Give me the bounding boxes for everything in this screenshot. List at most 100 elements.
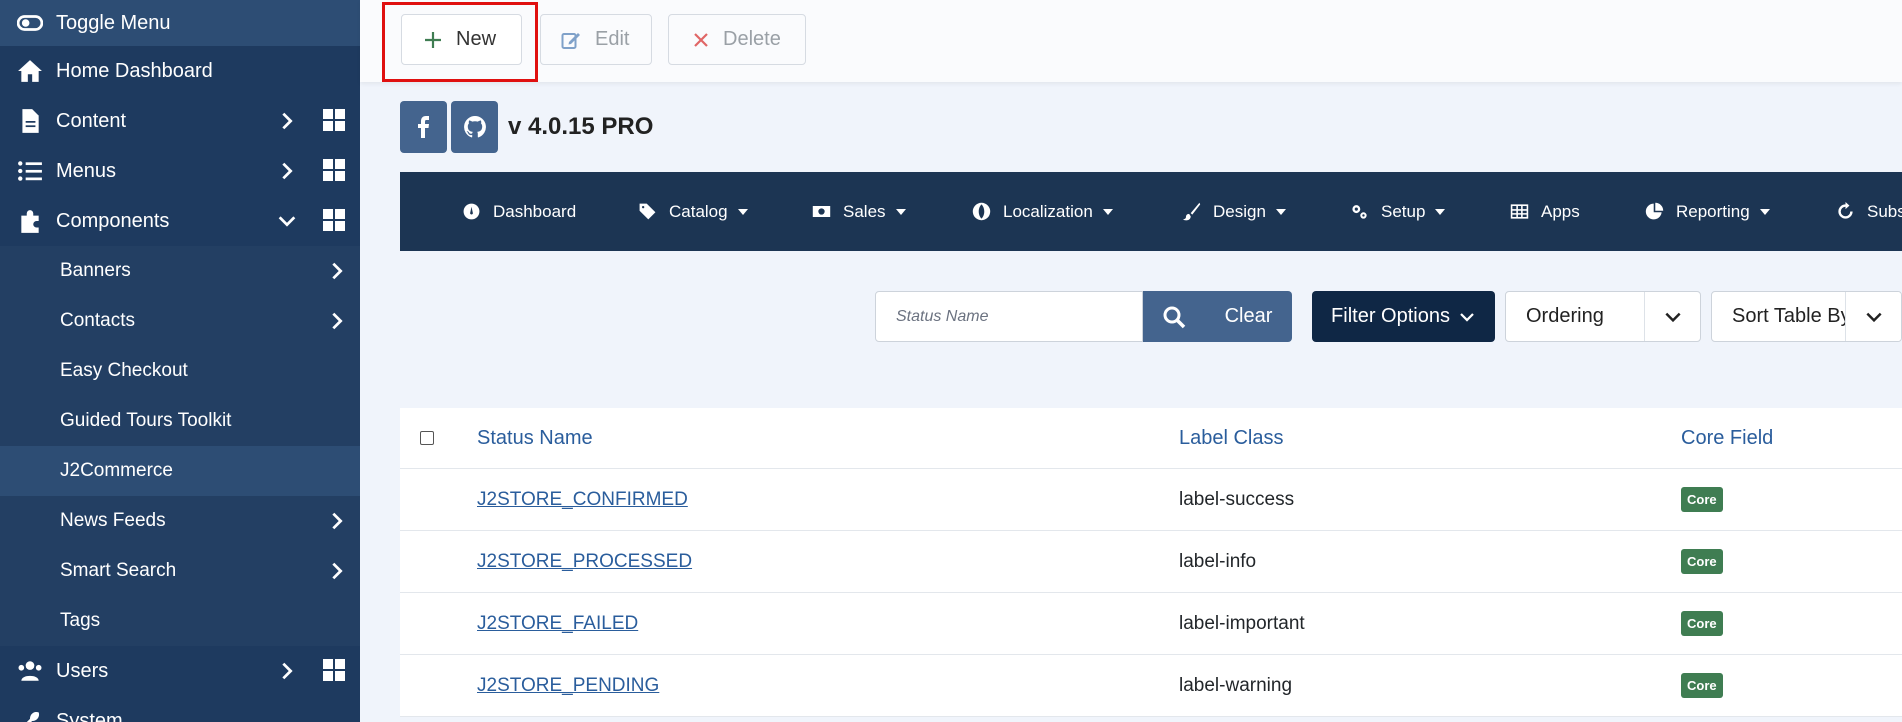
delete-button[interactable]: Delete bbox=[668, 14, 806, 65]
label-class-cell: label-info bbox=[1179, 550, 1257, 572]
label-class-cell: label-success bbox=[1179, 488, 1295, 510]
chevron-right-icon[interactable] bbox=[326, 260, 348, 282]
globe-icon bbox=[972, 202, 991, 221]
close-icon bbox=[694, 32, 708, 47]
core-badge: Core bbox=[1681, 611, 1723, 636]
dashboard-grid-icon[interactable] bbox=[322, 658, 346, 682]
chevron-down-icon bbox=[1845, 292, 1901, 341]
nav-dashboard[interactable]: Dashboard bbox=[462, 172, 576, 251]
edit-button-label: Edit bbox=[595, 28, 630, 50]
sidebar-item-menus[interactable]: Menus bbox=[0, 146, 360, 196]
toggle-menu[interactable]: Toggle Menu bbox=[0, 0, 360, 46]
nav-localization[interactable]: Localization bbox=[972, 172, 1113, 251]
chevron-right-icon[interactable] bbox=[326, 510, 348, 532]
sidebar-item-system[interactable]: System bbox=[0, 696, 360, 722]
chevron-right-icon[interactable] bbox=[326, 560, 348, 582]
nav-label: Localization bbox=[1003, 201, 1093, 221]
table-row: J2STORE_FAILED label-important Core bbox=[400, 593, 1902, 655]
select-all-checkbox-cell[interactable] bbox=[420, 408, 434, 468]
caret-down-icon bbox=[1275, 208, 1286, 215]
chevron-down-icon bbox=[1460, 312, 1474, 322]
sidebar-item-label: Easy Checkout bbox=[60, 360, 188, 381]
search-button[interactable] bbox=[1143, 291, 1205, 342]
sidebar-item-label: Contacts bbox=[60, 310, 135, 331]
label-class-cell: label-important bbox=[1179, 612, 1305, 634]
chevron-right-icon[interactable] bbox=[326, 310, 348, 332]
core-badge: Core bbox=[1681, 487, 1723, 512]
clear-button[interactable]: Clear bbox=[1205, 291, 1292, 342]
wrench-icon bbox=[0, 708, 56, 722]
chevron-right-icon[interactable] bbox=[276, 660, 298, 682]
sidebar-item-label: Tags bbox=[60, 610, 101, 631]
dashboard-grid-icon[interactable] bbox=[322, 208, 346, 232]
nav-setup[interactable]: Setup bbox=[1350, 172, 1446, 251]
sort-table-select[interactable]: Sort Table By bbox=[1711, 291, 1902, 342]
core-badge: Core bbox=[1681, 549, 1723, 574]
sidebar-item-content[interactable]: Content bbox=[0, 96, 360, 146]
sidebar-item-news-feeds[interactable]: News Feeds bbox=[0, 496, 360, 546]
list-icon bbox=[0, 158, 56, 184]
github-icon bbox=[463, 116, 486, 138]
caret-down-icon bbox=[1102, 208, 1113, 215]
header-label-class[interactable]: Label Class bbox=[1179, 408, 1284, 468]
sidebar-item-easy-checkout[interactable]: Easy Checkout bbox=[0, 346, 360, 396]
facebook-button[interactable] bbox=[400, 101, 447, 153]
dashboard-grid-icon[interactable] bbox=[322, 158, 346, 182]
core-badge: Core bbox=[1681, 673, 1723, 698]
sidebar-item-j2commerce[interactable]: J2Commerce bbox=[0, 446, 360, 496]
sidebar-item-smart-search[interactable]: Smart Search bbox=[0, 546, 360, 596]
nav-catalog[interactable]: Catalog bbox=[638, 172, 748, 251]
toggle-icon bbox=[0, 10, 56, 36]
sidebar-item-banners[interactable]: Banners bbox=[0, 246, 360, 296]
status-link[interactable]: J2STORE_PENDING bbox=[477, 675, 659, 697]
sidebar-item-label: System bbox=[56, 709, 123, 722]
sidebar-item-guided-tours[interactable]: Guided Tours Toolkit bbox=[0, 396, 360, 446]
nav-design[interactable]: Design bbox=[1182, 172, 1286, 251]
header-core-field[interactable]: Core Field bbox=[1681, 408, 1773, 468]
chevron-down-icon bbox=[1644, 292, 1700, 341]
sidebar-item-label: Smart Search bbox=[60, 560, 177, 581]
sidebar-item-label: Content bbox=[56, 109, 127, 132]
ordering-select[interactable]: Ordering bbox=[1505, 291, 1701, 342]
brush-icon bbox=[1182, 202, 1201, 221]
status-link[interactable]: J2STORE_CONFIRMED bbox=[477, 489, 688, 511]
sidebar-item-components[interactable]: Components bbox=[0, 196, 360, 246]
sidebar-item-label: Home Dashboard bbox=[56, 59, 213, 82]
main-navbar: Dashboard Catalog Sales Localization Des… bbox=[400, 172, 1902, 251]
status-link[interactable]: J2STORE_FAILED bbox=[477, 613, 638, 635]
nav-apps[interactable]: Apps bbox=[1510, 172, 1580, 251]
puzzle-icon bbox=[0, 208, 56, 234]
sidebar-item-users[interactable]: Users bbox=[0, 646, 360, 696]
nav-label: Apps bbox=[1541, 201, 1580, 221]
github-button[interactable] bbox=[451, 101, 498, 153]
sidebar-item-label: Menus bbox=[56, 159, 117, 182]
nav-sales[interactable]: Sales bbox=[812, 172, 906, 251]
select-all-checkbox[interactable] bbox=[420, 431, 434, 445]
sidebar-item-tags[interactable]: Tags bbox=[0, 596, 360, 646]
tags-icon bbox=[639, 203, 656, 220]
edit-icon bbox=[561, 32, 580, 49]
delete-button-label: Delete bbox=[723, 28, 781, 50]
chevron-right-icon[interactable] bbox=[276, 110, 298, 132]
refresh-icon bbox=[1838, 202, 1853, 219]
label-class-cell: label-warning bbox=[1179, 674, 1293, 696]
sidebar-item-home[interactable]: Home Dashboard bbox=[0, 46, 360, 96]
filter-options-button[interactable]: Filter Options bbox=[1312, 291, 1495, 342]
new-button[interactable]: New bbox=[401, 14, 522, 65]
users-icon bbox=[0, 658, 56, 684]
header-status-name[interactable]: Status Name bbox=[477, 408, 593, 468]
table-row: J2STORE_CONFIRMED label-success Core bbox=[400, 469, 1902, 531]
nav-subscriptions[interactable]: Subs bbox=[1836, 172, 1902, 251]
dashboard-grid-icon[interactable] bbox=[322, 108, 346, 132]
status-name-search-input[interactable] bbox=[875, 291, 1143, 342]
chevron-down-icon[interactable] bbox=[276, 210, 298, 232]
sidebar-item-contacts[interactable]: Contacts bbox=[0, 296, 360, 346]
chevron-right-icon[interactable] bbox=[276, 160, 298, 182]
table-row: J2STORE_PENDING label-warning Core bbox=[400, 655, 1902, 717]
sidebar-item-label: Components bbox=[56, 209, 170, 232]
pie-chart-icon bbox=[1645, 202, 1664, 220]
sidebar: Toggle Menu Home Dashboard Content Menus… bbox=[0, 0, 360, 722]
nav-reporting[interactable]: Reporting bbox=[1645, 172, 1770, 251]
status-link[interactable]: J2STORE_PROCESSED bbox=[477, 551, 692, 573]
edit-button[interactable]: Edit bbox=[540, 14, 652, 65]
